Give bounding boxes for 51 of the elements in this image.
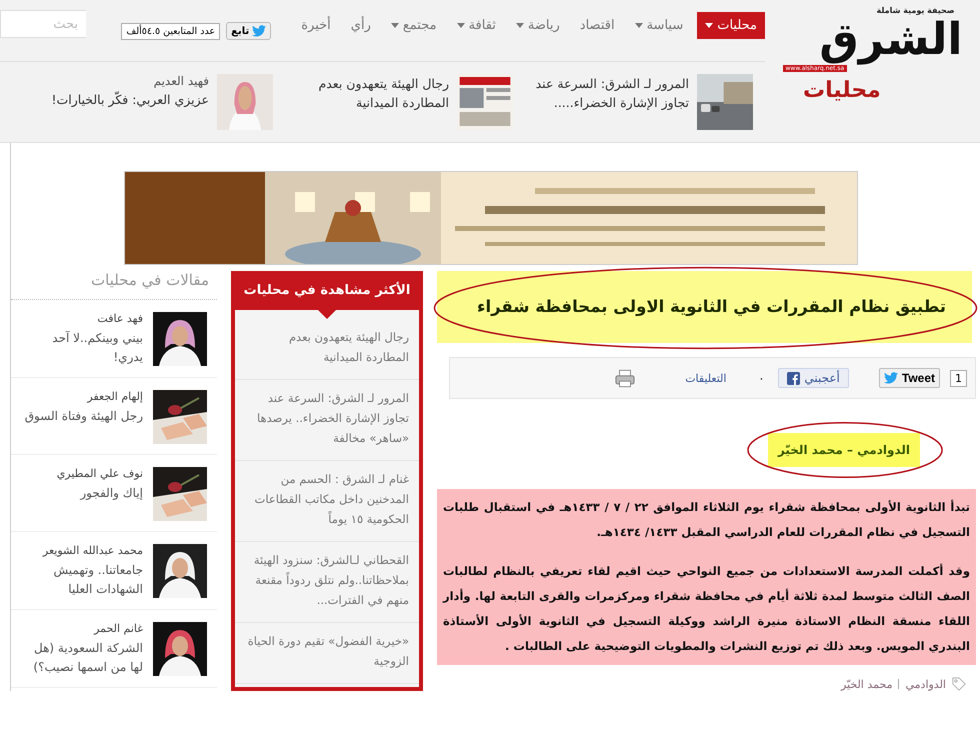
- tweet-count: 1: [950, 370, 967, 386]
- tag-link[interactable]: الدوادمي: [905, 678, 946, 690]
- comments-link[interactable]: التعليقات: [685, 372, 726, 384]
- follow-button[interactable]: تابع: [226, 22, 272, 40]
- column-link[interactable]: جامعاتنا.. وتهميش الشهادات العليا: [21, 561, 143, 599]
- like-count: ٠: [757, 370, 766, 386]
- column-link[interactable]: إياك والفجور: [56, 484, 143, 503]
- nav-tab[interactable]: ثقافة: [456, 12, 496, 39]
- follower-count: عدد المتابعين ٥٤.٥ألف: [121, 22, 220, 40]
- nav-tab[interactable]: سياسة: [634, 12, 684, 39]
- like-button[interactable]: أعجبني: [778, 368, 849, 388]
- article-paragraph: تبدأ الثانوية الأولى بمحافظة شقراء يوم الثلاثاء الموافق ٢٢ / ٧ / ١٤٣٣هـ في استقبال طلبات التسجيل في نظام المقررات للعام الدراسي المقبل ١٤٣٣/ ١٤٣٤هـ.: [443, 498, 970, 541]
- column-link[interactable]: بيني وبينكم..لا آحد يدري!: [21, 329, 143, 367]
- author-name[interactable]: فهد عافت: [21, 312, 143, 325]
- tweet-button[interactable]: Tweet: [878, 368, 940, 388]
- author-name[interactable]: محمد عبدالله الشويعر: [21, 544, 143, 557]
- article-headline: تطبيق نظام المقررات في الثانوية الاولى بمحافظة شقراء: [437, 271, 972, 343]
- bird-icon: [252, 25, 266, 37]
- story-link[interactable]: عزيزي العربي: فكّر بالخيارات!: [51, 90, 209, 109]
- most-viewed-link[interactable]: القحطاني لـالشرق: سنزود الهيئة بملاحظاتنا..ولم نتلق ردوداً مقنعة منهم في الفترات...: [235, 542, 419, 623]
- bird-icon: [884, 372, 898, 384]
- tag-icon: [952, 677, 966, 691]
- most-viewed-link[interactable]: المرور لـ الشرق: السرعة عند تجاوز الإشارة الخضراء.. يرصدها «ساهر» مخالفة: [235, 380, 419, 461]
- article-paragraph: وقد أكملت المدرسة الاستعدادات من جميع النواحي حيث اقيم لقاء تعريفي بالنظام لطالبات الصف الثالث متوسط لمدة ثلاثة أيام في محافظة شقراء ومركزمرات والقرى التابعة لها. وأدار اللقاء منسقة النظام الاستاذة منيرة الراشد ووكيلة التسجيل في الثانوية الأولى الأستاذة البندري المويس. وبعد ذلك تم توزيع النشرات والمطويات التوضيحية على الطالبات .: [443, 562, 970, 655]
- nav-tab[interactable]: أخيرة: [301, 12, 331, 39]
- author-name[interactable]: نوف علي المطيري: [56, 467, 143, 480]
- logo-name: الشرق: [819, 15, 962, 65]
- nav-tab[interactable]: محليات: [697, 12, 765, 39]
- nav-tab[interactable]: رياضة: [516, 12, 560, 39]
- story-link[interactable]: رجال الهيئة يتعهدون بعدم المطاردة الميدانية: [283, 74, 449, 112]
- nav-tab[interactable]: اقتصاد: [580, 12, 615, 39]
- facebook-icon: [787, 372, 800, 384]
- nav-tab[interactable]: مجتمع: [390, 12, 437, 39]
- author-name[interactable]: غانم الحمر: [21, 622, 143, 635]
- most-viewed-link[interactable]: «خيرية الفضول» تقيم دورة الحياة الزوجية: [235, 623, 419, 684]
- logo-tagline: صحيفة يومية شاملة: [876, 6, 954, 15]
- author-name[interactable]: فهيد العديم: [51, 74, 209, 88]
- section-title: محليات: [803, 78, 881, 103]
- author-name[interactable]: إلهام الجعفر: [24, 390, 143, 403]
- column-link[interactable]: الشركة السعودية (هل لها من اسمها نصيب؟): [21, 639, 143, 677]
- printer-icon[interactable]: [615, 368, 636, 388]
- most-viewed-link[interactable]: رجال الهيئة يتعهدون بعدم المطاردة الميدانية: [235, 319, 419, 380]
- most-viewed-link[interactable]: غنام لـ الشرق : الحسم من المدخنين داخل مكاتب القطاعات الحكومية ١٥ يوماً: [235, 461, 419, 542]
- column-link[interactable]: رجل الهيئة وفتاة السوق: [24, 407, 143, 426]
- tag-link[interactable]: محمد الخيّر: [840, 678, 892, 690]
- article-byline: الدوادمي – محمد الخيّر: [768, 433, 920, 467]
- search-field[interactable]: بحث: [0, 10, 86, 38]
- columns-heading: مقالات في محليات: [11, 271, 217, 300]
- story-link[interactable]: المرور لـ الشرق: السرعة عند تجاوز الإشارة الخضراء.....: [523, 74, 689, 112]
- most-viewed-title: الأكثر مشاهدة في محليات: [244, 283, 410, 298]
- nav-tab[interactable]: رأي: [350, 12, 371, 39]
